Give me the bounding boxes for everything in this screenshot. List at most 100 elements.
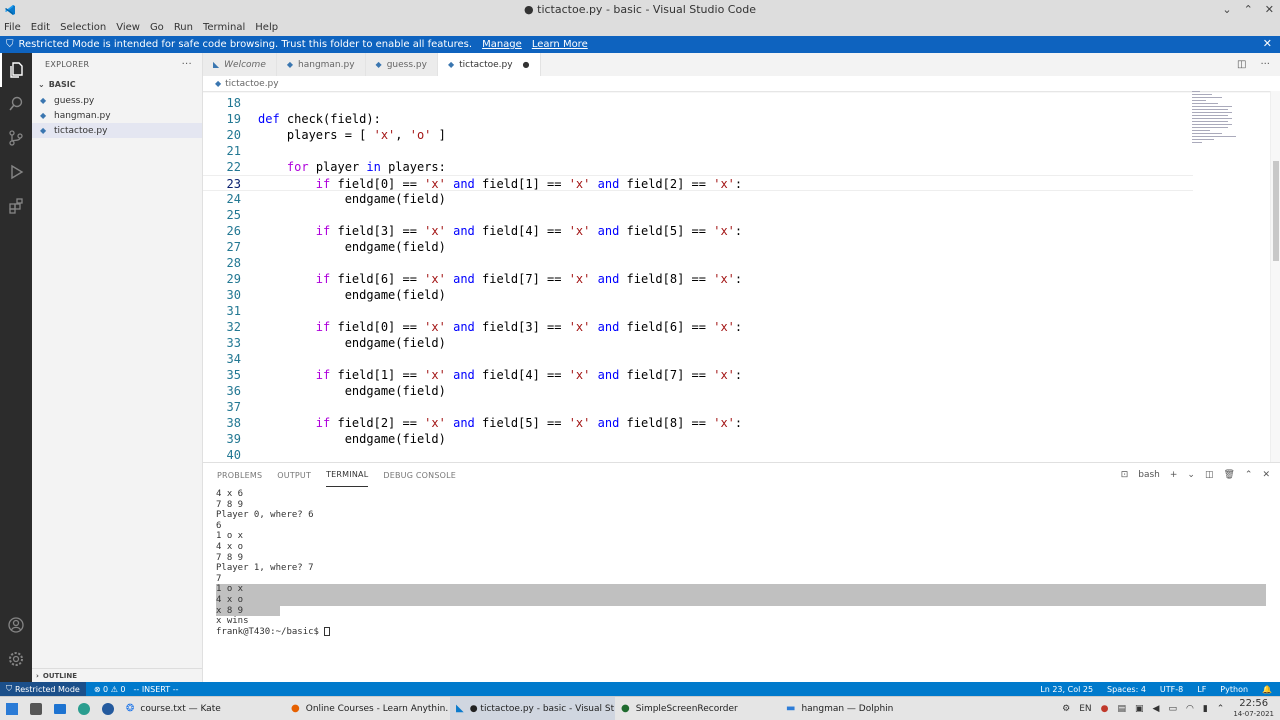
- encoding[interactable]: UTF-8: [1160, 685, 1183, 694]
- firefox-pinned-icon[interactable]: [72, 697, 96, 720]
- learn-more-link[interactable]: Learn More: [532, 39, 588, 50]
- code-line[interactable]: 19 def check(field):: [203, 111, 1193, 127]
- task-dolphin[interactable]: ▬ hangman — Dolphin: [780, 697, 945, 720]
- code-line[interactable]: 31: [203, 303, 1193, 319]
- tab-welcome[interactable]: ◣ Welcome: [203, 53, 277, 76]
- clock[interactable]: 22:56 14-07-2021: [1233, 699, 1274, 719]
- notifications-bell-icon[interactable]: 🔔: [1262, 685, 1272, 694]
- folder-basic[interactable]: ⌄ BASIC: [32, 75, 202, 93]
- wifi-icon[interactable]: ◠: [1186, 704, 1194, 714]
- account-icon[interactable]: [0, 608, 32, 642]
- tab-guess[interactable]: ◆ guess.py: [365, 53, 438, 76]
- terminal-shell-icon[interactable]: ⊡: [1121, 470, 1129, 480]
- tab-hangman[interactable]: ◆ hangman.py: [276, 53, 366, 76]
- minimap[interactable]: [1192, 91, 1242, 191]
- split-editor-icon[interactable]: ◫: [1237, 59, 1246, 70]
- maximize-button[interactable]: ⌃: [1244, 3, 1253, 16]
- task-vscode[interactable]: ◣ ● tictactoe.py - basic - Visual St...: [450, 696, 615, 720]
- code-line[interactable]: 37: [203, 399, 1193, 415]
- close-button[interactable]: ✕: [1265, 3, 1274, 16]
- code-line[interactable]: 28: [203, 255, 1193, 271]
- code-line[interactable]: 34: [203, 351, 1193, 367]
- outline-section[interactable]: › OUTLINE: [32, 668, 202, 682]
- file-item-tictactoe[interactable]: ◆ tictactoe.py: [32, 123, 202, 138]
- code-line[interactable]: 38 if field[2] == 'x' and field[5] == 'x…: [203, 415, 1193, 431]
- menu-edit[interactable]: Edit: [31, 22, 50, 33]
- run-debug-icon[interactable]: [0, 155, 32, 189]
- code-line[interactable]: 39 endgame(field): [203, 431, 1193, 447]
- trash-icon[interactable]: 🗑: [1223, 470, 1234, 480]
- extensions-icon[interactable]: [0, 189, 32, 223]
- code-editor[interactable]: 18 19 def check(field): 20 players = [ 'x…: [203, 91, 1280, 462]
- menu-help[interactable]: Help: [255, 22, 278, 33]
- code-line[interactable]: 21: [203, 143, 1193, 159]
- more-actions-icon[interactable]: ···: [1260, 59, 1270, 70]
- discover-icon[interactable]: [48, 697, 72, 720]
- task-firefox[interactable]: ● Online Courses - Learn Anythin...: [285, 697, 450, 720]
- manage-link[interactable]: Manage: [482, 39, 522, 50]
- clipboard-icon[interactable]: ▤: [1117, 704, 1126, 714]
- more-actions-icon[interactable]: ···: [182, 59, 192, 70]
- search-icon[interactable]: [0, 87, 32, 121]
- keyboard-layout[interactable]: EN: [1079, 704, 1091, 714]
- kde-connect-icon[interactable]: ▭: [1168, 704, 1177, 714]
- battery-icon[interactable]: ▮: [1203, 704, 1208, 714]
- terminal-output[interactable]: 4 x 67 8 9 Player 0, where? 661 o x4 x o7…: [216, 489, 1266, 637]
- restricted-mode-indicator[interactable]: ⛉ Restricted Mode: [0, 682, 86, 696]
- recording-icon[interactable]: ●: [1101, 704, 1109, 714]
- menu-go[interactable]: Go: [150, 22, 164, 33]
- language-mode[interactable]: Python: [1220, 685, 1248, 694]
- minimize-button[interactable]: ⌄: [1222, 3, 1231, 16]
- explorer-icon[interactable]: [0, 53, 32, 87]
- code-line-current[interactable]: 23 if field[0] == 'x' and field[1] == 'x…: [203, 175, 1193, 191]
- tab-output[interactable]: OUTPUT: [277, 463, 311, 487]
- code-line[interactable]: 18: [203, 95, 1193, 111]
- task-kate[interactable]: ❂ course.txt — Kate: [120, 697, 285, 720]
- tray-expand-icon[interactable]: ⌃: [1217, 704, 1225, 714]
- menu-view[interactable]: View: [116, 22, 140, 33]
- unsaved-dot-icon[interactable]: ●: [523, 60, 530, 69]
- close-panel-icon[interactable]: ✕: [1262, 470, 1270, 480]
- code-line[interactable]: 33 endgame(field): [203, 335, 1193, 351]
- app-launcher-icon[interactable]: [0, 697, 24, 720]
- indentation[interactable]: Spaces: 4: [1107, 685, 1146, 694]
- tab-problems[interactable]: PROBLEMS: [217, 463, 262, 487]
- file-item-hangman[interactable]: ◆ hangman.py: [32, 108, 202, 123]
- new-terminal-icon[interactable]: +: [1170, 470, 1178, 480]
- code-line[interactable]: 25: [203, 207, 1193, 223]
- code-line[interactable]: 26 if field[3] == 'x' and field[4] == 'x…: [203, 223, 1193, 239]
- code-line[interactable]: 35 if field[1] == 'x' and field[4] == 'x…: [203, 367, 1193, 383]
- code-line[interactable]: 30 endgame(field): [203, 287, 1193, 303]
- chevron-down-icon[interactable]: ⌄: [1187, 470, 1195, 480]
- code-line[interactable]: 20 players = [ 'x', 'o' ]: [203, 127, 1193, 143]
- menu-run[interactable]: Run: [174, 22, 193, 33]
- banner-close-icon[interactable]: ✕: [1263, 37, 1272, 50]
- code-line[interactable]: 24 endgame(field): [203, 191, 1193, 207]
- code-line[interactable]: 32 if field[0] == 'x' and field[3] == 'x…: [203, 319, 1193, 335]
- cursor-position[interactable]: Ln 23, Col 25: [1040, 685, 1093, 694]
- maximize-panel-icon[interactable]: ⌃: [1245, 470, 1253, 480]
- line-endings[interactable]: LF: [1197, 685, 1206, 694]
- terminal-shell-label[interactable]: bash: [1138, 470, 1160, 480]
- menu-terminal[interactable]: Terminal: [203, 22, 245, 33]
- code-line[interactable]: 27 endgame(field): [203, 239, 1193, 255]
- breadcrumb[interactable]: ◆ tictactoe.py: [203, 76, 279, 91]
- tab-debug-console[interactable]: DEBUG CONSOLE: [383, 463, 456, 487]
- tab-terminal[interactable]: TERMINAL: [326, 463, 369, 487]
- code-line[interactable]: 22 for player in players:: [203, 159, 1193, 175]
- settings-gear-icon[interactable]: [0, 642, 32, 676]
- code-line[interactable]: 36 endgame(field): [203, 383, 1193, 399]
- notifications-icon[interactable]: ▣: [1135, 704, 1144, 714]
- editor-scrollbar[interactable]: [1270, 91, 1280, 462]
- network-settings-icon[interactable]: ⚙: [1062, 704, 1070, 714]
- file-item-guess[interactable]: ◆ guess.py: [32, 93, 202, 108]
- task-screenrecorder[interactable]: ● SimpleScreenRecorder: [615, 697, 780, 720]
- split-terminal-icon[interactable]: ◫: [1205, 470, 1214, 480]
- volume-icon[interactable]: ◀: [1153, 704, 1160, 714]
- system-settings-icon[interactable]: [24, 697, 48, 720]
- problems-count[interactable]: ⊗ 0 ⚠ 0: [94, 685, 126, 694]
- menu-file[interactable]: File: [4, 22, 21, 33]
- menu-selection[interactable]: Selection: [60, 22, 106, 33]
- tab-tictactoe[interactable]: ◆ tictactoe.py ●: [437, 53, 541, 76]
- terminal-pinned-icon[interactable]: [96, 697, 120, 720]
